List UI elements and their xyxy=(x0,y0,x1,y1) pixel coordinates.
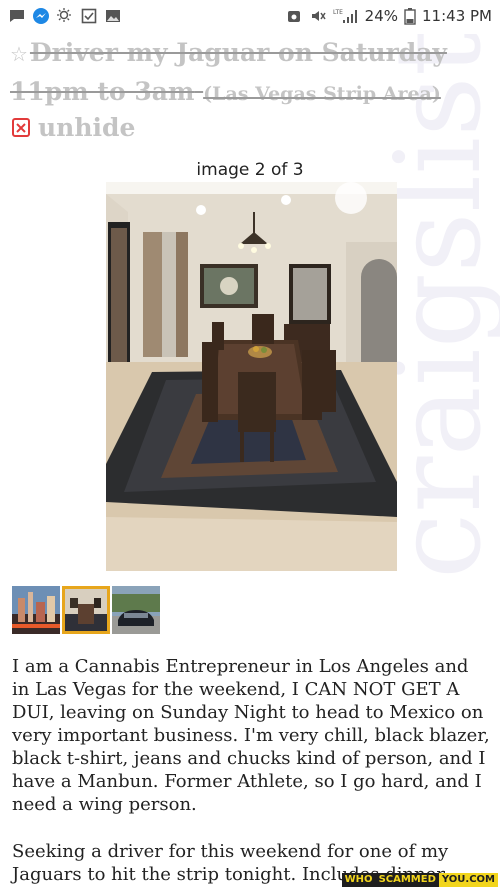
unhide-link[interactable]: unhide xyxy=(12,112,135,142)
badge-site: YOU.COM xyxy=(438,873,498,887)
badge-who: WHO xyxy=(341,873,376,887)
listing-area: (Las Vegas Strip Area) xyxy=(203,83,441,105)
whoscammedyou-badge: WHO SCAMMED YOU.COM xyxy=(341,873,498,887)
unhide-label: unhide xyxy=(38,112,136,142)
thumbnail-2-dining-room[interactable] xyxy=(62,586,110,634)
messenger-icon xyxy=(32,7,50,25)
network-label: LTE xyxy=(333,9,343,16)
mute-icon xyxy=(309,7,327,25)
notification-icons xyxy=(8,7,122,25)
checkbox-icon xyxy=(80,7,98,25)
image-icon xyxy=(104,7,122,25)
main-listing-photo[interactable] xyxy=(106,182,397,571)
alarm-icon xyxy=(285,7,303,25)
craigslist-watermark: craigslist xyxy=(384,34,500,594)
battery-percent: 24% xyxy=(364,7,399,25)
thumbnail-strip xyxy=(12,586,160,634)
battery-icon xyxy=(404,7,416,25)
watermark-text: craigslist xyxy=(384,34,500,579)
delete-icon xyxy=(12,117,30,137)
listing-title: ☆Driver my Jaguar on Saturday 11pm to 3a… xyxy=(10,34,450,113)
system-icons: LTE 24% 11:43 PM xyxy=(285,7,492,25)
badge-scammed: SCAMMED xyxy=(375,873,439,887)
weather-icon xyxy=(56,7,74,25)
thumbnail-1-vegas-strip[interactable] xyxy=(12,586,60,634)
message-icon xyxy=(8,7,26,25)
favorite-star-icon[interactable]: ☆ xyxy=(10,35,28,73)
signal-icon: LTE xyxy=(333,7,359,25)
image-counter: image 2 of 3 xyxy=(196,160,304,180)
status-bar: LTE 24% 11:43 PM xyxy=(0,0,500,32)
thumbnail-3-jaguar-car[interactable] xyxy=(112,586,160,634)
clock: 11:43 PM xyxy=(422,7,492,25)
listing-description: I am a Cannabis Entrepreneur in Los Ange… xyxy=(12,656,490,815)
